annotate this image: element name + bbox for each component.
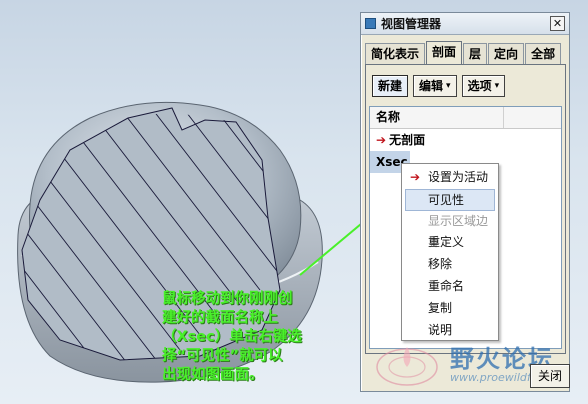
tab-strip: 简化表示 剖面 层 定向 全部 [365,41,562,66]
close-button[interactable]: 关闭 [530,364,570,388]
red-arrow-icon: ➔ [410,170,421,184]
window-icon [365,18,376,29]
options-menu-button[interactable]: 选项 ▾ [461,75,506,97]
menu-item-label: 说明 [428,322,453,337]
menu-item-label: 可见性 [428,192,465,207]
menu-item-set-active[interactable]: ➔ 设置为活动 [402,167,498,189]
menu-item-label: 移除 [428,257,453,272]
chevron-down-icon: ▾ [446,81,451,91]
menu-item-show-zone-boundary: 显示区域边界 [402,211,498,250]
tab-xsec[interactable]: 剖面 [426,41,463,66]
context-menu: ➔ 设置为活动 可见性 显示区域边界 重定义 移除 重命名 复制 说明 [401,163,499,341]
annotation-line: 择“可见性”就可以 [162,348,283,364]
options-button-label: 选项 [467,79,492,93]
menu-item-label: 复制 [428,300,453,315]
annotation-line: 出现如图画面。 [162,367,264,383]
close-icon[interactable]: ✕ [550,16,565,31]
list-header: 名称 [370,107,561,129]
new-button[interactable]: 新建 [372,75,409,97]
edit-button-label: 编辑 [419,79,444,93]
chevron-down-icon: ▾ [494,81,500,91]
toolbar: 新建 编辑 ▾ 选项 ▾ [372,75,506,97]
menu-item-info[interactable]: 说明 [402,320,498,342]
annotation-line: 鼠标移动到你刚刚创 [162,291,293,307]
annotation-text: 鼠标移动到你刚刚创 建好的截面名称上 （Xsec）单击右键选 择“可见性”就可以… [162,290,362,385]
tab-all[interactable]: 全部 [525,43,562,65]
tab-layers[interactable]: 层 [463,43,488,65]
menu-item-label: 重定义 [428,235,465,250]
annotation-line: （Xsec）单击右键选 [162,329,302,345]
list-item-label: 无剖面 [389,133,426,147]
column-header-blank [503,107,561,128]
red-arrow-icon: ➔ [376,133,387,147]
menu-item-copy[interactable]: 复制 [402,298,498,320]
menu-item-remove[interactable]: 移除 [402,254,498,276]
dialog-title: 视图管理器 [381,17,442,31]
menu-item-label: 设置为活动 [428,170,489,184]
menu-item-label: 重命名 [428,278,465,293]
column-header-name[interactable]: 名称 [376,107,400,128]
new-button-label: 新建 [378,79,403,93]
annotation-line: 建好的截面名称上 [162,310,278,326]
dialog-titlebar[interactable]: 视图管理器 ✕ [361,13,569,35]
menu-item-redefine[interactable]: 重定义 [402,232,498,254]
menu-item-visibility[interactable]: 可见性 [405,188,495,211]
edit-menu-button[interactable]: 编辑 ▾ [413,75,457,97]
menu-item-rename[interactable]: 重命名 [402,276,498,298]
list-item[interactable]: ➔ 无剖面 [370,129,561,151]
tab-simplified-rep[interactable]: 简化表示 [365,43,426,65]
tab-orient[interactable]: 定向 [488,43,525,65]
